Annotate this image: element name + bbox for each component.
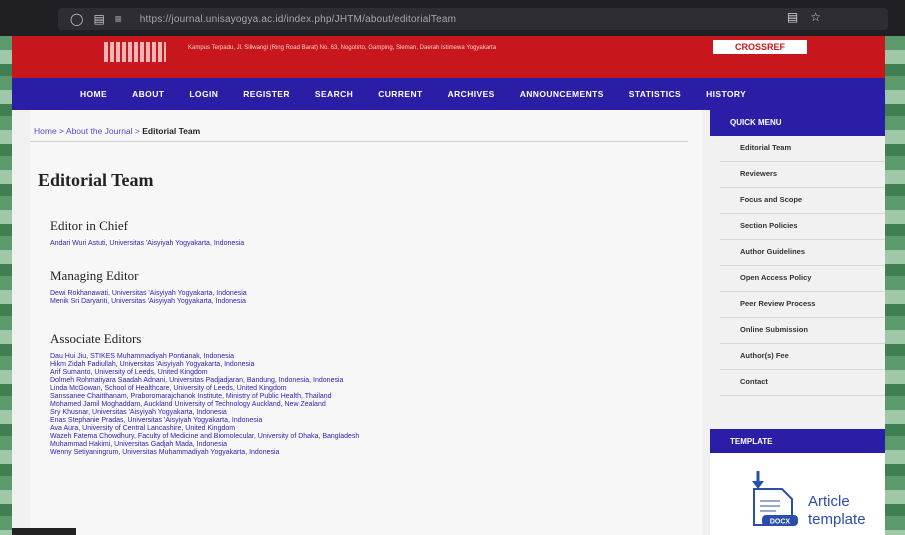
shield-icon[interactable]: ◯ xyxy=(70,12,83,26)
page-title: Editorial Team xyxy=(38,170,154,190)
member-link[interactable]: Wazeh Fatema Chowdhury, Faculty of Medic… xyxy=(50,433,359,441)
quick-menu: Editorial Team Reviewers Focus and Scope… xyxy=(720,136,885,396)
quick-menu-contact[interactable]: Contact xyxy=(720,370,885,396)
breadcrumb-separator: > xyxy=(132,126,143,136)
quick-menu-title: QUICK MENU xyxy=(710,110,885,136)
nav-about[interactable]: ABOUT xyxy=(132,89,164,99)
quick-menu-online-submission[interactable]: Online Submission xyxy=(720,318,885,344)
template-title: TEMPLATE xyxy=(710,429,885,453)
editor-in-chief-section: Editor in Chief Andari Wuri Astuti, Univ… xyxy=(50,218,244,248)
member-link[interactable]: Wenny Setiyaningrum, Universitas Muhamma… xyxy=(50,449,359,457)
docx-download-icon[interactable]: DOCX xyxy=(748,469,798,527)
template-download[interactable]: DOCX Article template xyxy=(710,453,885,535)
member-link[interactable]: Sry Khusnar, Universitas 'Aisyiyah Yogya… xyxy=(50,409,359,417)
site-header: Kampus Terpadu, Jl. Siliwangi (Ring Road… xyxy=(12,36,885,78)
associate-editors-section: Associate Editors Dau Hui Jiu, STIKES Mu… xyxy=(50,331,359,457)
nav-register[interactable]: REGISTER xyxy=(243,89,290,99)
member-link[interactable]: Andari Wuri Astuti, Universitas 'Aisyiya… xyxy=(50,240,244,248)
section-title: Associate Editors xyxy=(50,331,142,346)
template-label-line: template xyxy=(808,511,866,528)
quick-menu-editorial-team[interactable]: Editorial Team xyxy=(720,136,885,162)
header-address: Kampus Terpadu, Jl. Siliwangi (Ring Road… xyxy=(188,45,497,51)
section-title: Editor in Chief xyxy=(50,218,128,233)
nav-history[interactable]: HISTORY xyxy=(706,89,746,99)
crossref-badge[interactable]: CROSSREF xyxy=(713,40,807,54)
quick-menu-open-access[interactable]: Open Access Policy xyxy=(720,266,885,292)
breadcrumb-separator: > xyxy=(56,126,66,136)
member-link[interactable]: Mohamed Jamil Moghaddam, Auckland Univer… xyxy=(50,401,359,409)
member-link[interactable]: Linda McGowan, School of Healthcare, Uni… xyxy=(50,385,359,393)
url-text[interactable]: https://journal.unisayogya.ac.id/index.p… xyxy=(140,14,700,25)
breadcrumb: Home > About the Journal > Editorial Tea… xyxy=(34,126,200,136)
main-content: Home > About the Journal > Editorial Tea… xyxy=(30,110,702,535)
permissions-icon[interactable]: ≡ xyxy=(115,12,122,26)
docx-badge: DOCX xyxy=(770,519,791,526)
member-link[interactable]: Menik Sri Daryanti, Universitas 'Aisyiya… xyxy=(50,298,247,306)
journal-logo[interactable] xyxy=(104,42,166,62)
member-link[interactable]: Dolmeh Rohmatiyara Saadah Adnani, Univer… xyxy=(50,377,359,385)
member-link[interactable]: Arif Sumanto, University of Leeds, Unite… xyxy=(50,369,359,377)
breadcrumb-about[interactable]: About the Journal xyxy=(66,126,133,136)
nav-home[interactable]: HOME xyxy=(80,89,107,99)
divider xyxy=(30,141,688,142)
status-bar-tag xyxy=(12,528,76,535)
nav-archives[interactable]: ARCHIVES xyxy=(448,89,495,99)
nav-statistics[interactable]: STATISTICS xyxy=(629,89,681,99)
browser-toolbar: ◯ ▤ ≡ https://journal.unisayogya.ac.id/i… xyxy=(0,0,905,36)
breadcrumb-current: Editorial Team xyxy=(142,126,201,136)
template-label-line: Article xyxy=(808,493,850,510)
reader-view-icon[interactable]: ▤ xyxy=(787,10,798,24)
member-link[interactable]: Dau Hui Jiu, STIKES Muhammadiyah Pontian… xyxy=(50,353,359,361)
page-background-pattern-left xyxy=(0,36,12,535)
member-link[interactable]: Muhammad Hakimi, Universitas Gadjah Mada… xyxy=(50,441,359,449)
template-label[interactable]: Article template xyxy=(808,493,866,529)
member-link[interactable]: Enas Stephanie Pradas, Universitas 'Aisy… xyxy=(50,417,359,425)
page-info-icon[interactable]: ▤ xyxy=(93,12,104,26)
quick-menu-peer-review[interactable]: Peer Review Process xyxy=(720,292,885,318)
bookmark-star-icon[interactable]: ☆ xyxy=(810,10,821,24)
sidebar: QUICK MENU Editorial Team Reviewers Focu… xyxy=(710,110,885,535)
member-link[interactable]: Hikm Zidah Fadiullah, Universitas 'Aisyi… xyxy=(50,361,359,369)
nav-announcements[interactable]: ANNOUNCEMENTS xyxy=(520,89,604,99)
quick-menu-focus-scope[interactable]: Focus and Scope xyxy=(720,188,885,214)
managing-editor-section: Managing Editor Dewi Rokhanawati, Univer… xyxy=(50,268,247,306)
main-nav: HOME ABOUT LOGIN REGISTER SEARCH CURRENT… xyxy=(12,78,885,110)
member-link[interactable]: Sanssanee Chaitthanam, Praboromarajchano… xyxy=(50,393,359,401)
page-background-pattern-right xyxy=(885,36,905,535)
quick-menu-author-fee[interactable]: Author(s) Fee xyxy=(720,344,885,370)
breadcrumb-home[interactable]: Home xyxy=(34,126,57,136)
nav-search[interactable]: SEARCH xyxy=(315,89,353,99)
nav-login[interactable]: LOGIN xyxy=(189,89,218,99)
quick-menu-reviewers[interactable]: Reviewers xyxy=(720,162,885,188)
nav-current[interactable]: CURRENT xyxy=(378,89,422,99)
quick-menu-author-guidelines[interactable]: Author Guidelines xyxy=(720,240,885,266)
member-link[interactable]: Ava Aura, University of Central Lancashi… xyxy=(50,425,359,433)
address-bar[interactable]: ◯ ▤ ≡ https://journal.unisayogya.ac.id/i… xyxy=(58,8,888,30)
section-title: Managing Editor xyxy=(50,268,139,283)
member-link[interactable]: Dewi Rokhanawati, Universitas 'Aisyiyah … xyxy=(50,290,247,298)
quick-menu-section-policies[interactable]: Section Policies xyxy=(720,214,885,240)
